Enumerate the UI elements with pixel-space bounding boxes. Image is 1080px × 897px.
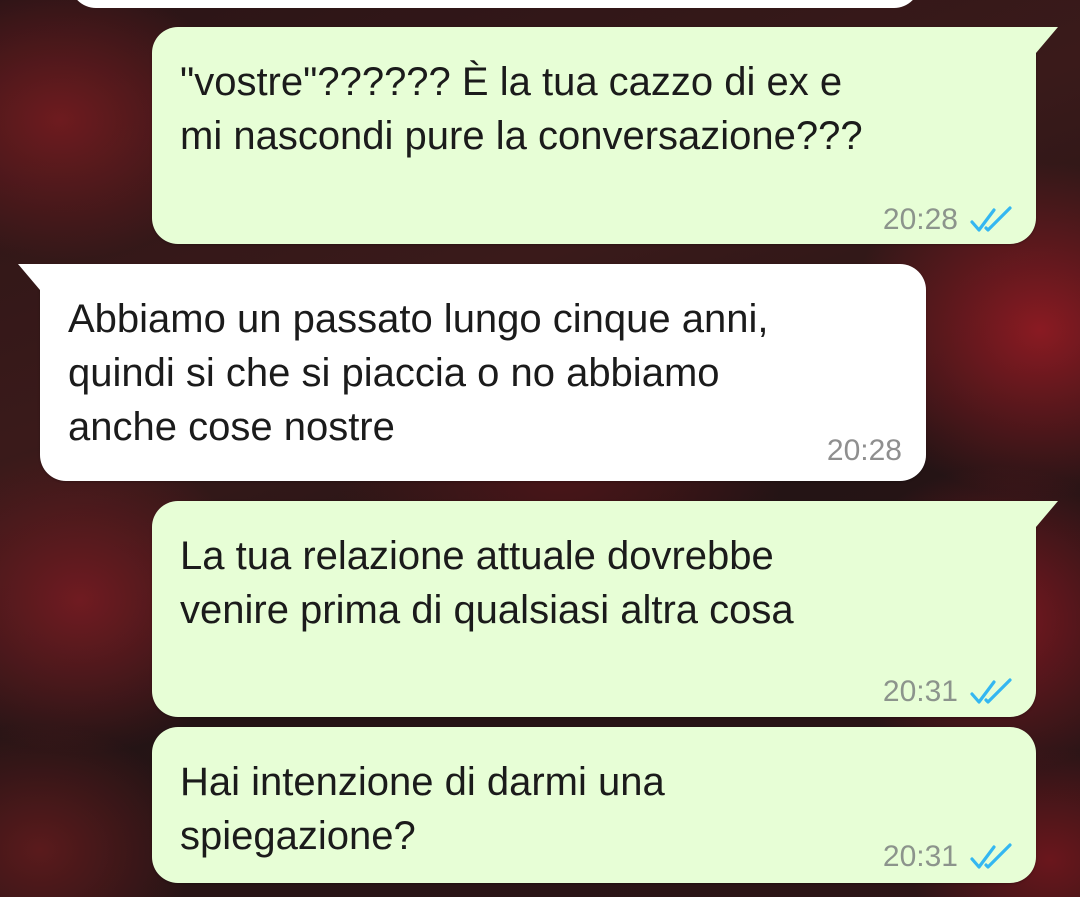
message-meta: 20:28 [827, 424, 902, 478]
message-text: "vostre"?????? È la tua cazzo di ex e mi… [180, 60, 863, 158]
previous-message-bubble-edge [70, 0, 920, 8]
message-bubble-outgoing[interactable]: Hai intenzione di darmi una spiegazione?… [152, 727, 1036, 883]
message-time: 20:31 [882, 840, 958, 873]
message-time: 20:31 [882, 675, 958, 708]
message-meta: 20:31 [883, 830, 1014, 884]
message-bubble-incoming[interactable]: Abbiamo un passato lungo cinque anni, qu… [18, 264, 926, 481]
message-meta: 20:28 [883, 193, 1014, 247]
message-text: Abbiamo un passato lungo cinque anni, qu… [68, 297, 769, 449]
message-time: 20:28 [882, 203, 958, 236]
double-check-icon [970, 206, 1012, 232]
message-bubble-outgoing[interactable]: "vostre"?????? È la tua cazzo di ex e mi… [152, 27, 1058, 247]
message-time: 20:28 [826, 434, 902, 467]
double-check-icon [970, 678, 1012, 704]
double-check-icon [970, 843, 1012, 869]
message-text: Hai intenzione di darmi una spiegazione? [180, 760, 665, 858]
message-meta: 20:31 [883, 665, 1014, 719]
message-bubble-outgoing[interactable]: La tua relazione attuale dovrebbe venire… [152, 501, 1058, 719]
message-text: La tua relazione attuale dovrebbe venire… [180, 534, 794, 632]
